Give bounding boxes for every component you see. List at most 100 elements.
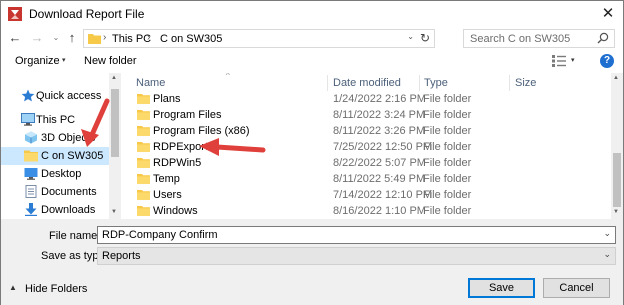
- file-name: Windows: [153, 205, 198, 217]
- breadcrumb-current-folder[interactable]: C on SW305: [160, 33, 222, 45]
- file-type: File folder: [423, 125, 472, 137]
- nav-item-label: Desktop: [41, 168, 82, 180]
- scroll-down-icon[interactable]: ▼: [111, 209, 117, 215]
- scrollbar-thumb[interactable]: [613, 153, 621, 207]
- close-button[interactable]: ✕: [597, 3, 619, 25]
- annotation-arrow-icon: [199, 138, 266, 156]
- chevron-up-icon: ▲: [9, 283, 17, 292]
- search-input[interactable]: Search C on SW305: [463, 29, 615, 48]
- address-bar[interactable]: › This PC › C on SW305 ⌄ ↻: [83, 29, 435, 48]
- column-divider[interactable]: [509, 75, 510, 91]
- new-folder-button[interactable]: New folder: [84, 55, 137, 67]
- file-row[interactable]: Program Files 8/11/2022 3:24 PM File fol…: [123, 107, 611, 123]
- file-type: File folder: [423, 205, 472, 217]
- save-dialog: Download Report File ✕ ← → ⌄ ↑ › This PC…: [0, 0, 624, 305]
- file-type: File folder: [423, 173, 472, 185]
- file-date: 1/24/2022 2:16 PM: [333, 93, 426, 105]
- file-name: RDPWin5: [153, 157, 202, 169]
- column-header-date-modified[interactable]: Date modified: [333, 77, 401, 89]
- file-name-label: File name:: [49, 230, 101, 242]
- file-row[interactable]: Windows 8/16/2022 1:10 PM File folder: [123, 203, 611, 219]
- download-icon: [25, 203, 37, 216]
- column-header-name[interactable]: Name: [136, 77, 165, 89]
- back-button[interactable]: ←: [7, 29, 23, 47]
- nav-item-downloads[interactable]: Downloads: [1, 201, 109, 219]
- folder-icon: [137, 94, 150, 104]
- recent-locations-button[interactable]: ⌄: [48, 29, 64, 47]
- window-title: Download Report File: [29, 7, 145, 21]
- file-date: 7/14/2022 12:10 PM: [333, 189, 433, 201]
- folder-icon: [137, 158, 150, 168]
- up-button[interactable]: ↑: [64, 29, 80, 47]
- hide-folders-label: Hide Folders: [25, 283, 88, 295]
- computer-icon: [21, 113, 35, 126]
- column-header-size[interactable]: Size: [515, 77, 536, 89]
- title-bar: Download Report File ✕: [1, 1, 623, 27]
- file-list-scrollbar[interactable]: ▲ ▼: [611, 73, 623, 219]
- file-type: File folder: [423, 157, 472, 169]
- file-type: File folder: [423, 109, 472, 121]
- organize-button[interactable]: Organize: [15, 55, 60, 67]
- command-bar: Organize ▾ New folder ▾ ?: [1, 51, 623, 73]
- save-button[interactable]: Save: [468, 278, 535, 298]
- nav-item-label: C on SW305: [41, 150, 104, 162]
- file-date: 8/22/2022 5:07 PM: [333, 157, 426, 169]
- forward-button[interactable]: →: [29, 29, 45, 47]
- save-as-type-select[interactable]: Reports ⌄: [97, 247, 616, 265]
- file-name: Temp: [153, 173, 180, 185]
- chevron-down-icon[interactable]: ▾: [571, 56, 575, 64]
- view-options-icon[interactable]: [552, 55, 566, 67]
- nav-item-label: This PC: [36, 114, 76, 126]
- star-icon: [21, 89, 35, 102]
- address-dropdown-button[interactable]: ⌄: [407, 32, 414, 41]
- file-name-field[interactable]: RDP-Company Confirm ⌄: [97, 226, 616, 244]
- chevron-down-icon[interactable]: ⌄: [603, 249, 611, 260]
- file-type: File folder: [423, 189, 472, 201]
- file-row[interactable]: Plans 1/24/2022 2:16 PM File folder: [123, 91, 611, 107]
- file-date: 7/25/2022 12:50 PM: [333, 141, 433, 153]
- help-button[interactable]: ?: [600, 54, 614, 68]
- refresh-button[interactable]: ↻: [420, 31, 430, 45]
- search-icon: [597, 32, 609, 44]
- file-name: Plans: [153, 93, 181, 105]
- column-divider[interactable]: [327, 75, 328, 91]
- column-header-type[interactable]: Type: [424, 77, 448, 89]
- file-row[interactable]: Users 7/14/2022 12:10 PM File folder: [123, 187, 611, 203]
- folder-icon: [137, 174, 150, 184]
- breadcrumb-this-pc[interactable]: This PC: [112, 33, 151, 45]
- file-date: 8/11/2022 3:26 PM: [333, 125, 426, 137]
- search-placeholder: Search C on SW305: [470, 33, 571, 45]
- folder-icon: [137, 206, 150, 216]
- chevron-down-icon[interactable]: ⌄: [603, 228, 611, 239]
- folder-icon: [137, 142, 150, 152]
- cancel-button[interactable]: Cancel: [543, 278, 610, 298]
- documents-icon: [25, 185, 37, 198]
- cube-icon: [25, 131, 37, 144]
- desktop-icon: [24, 168, 38, 180]
- nav-item-label: Documents: [41, 186, 97, 198]
- folder-icon: [88, 34, 101, 44]
- scroll-up-icon[interactable]: ▲: [613, 75, 619, 81]
- scroll-up-icon[interactable]: ▲: [111, 75, 117, 81]
- file-name: Users: [153, 189, 182, 201]
- nav-item-label: Downloads: [41, 204, 96, 216]
- chevron-down-icon: ▾: [62, 57, 66, 64]
- file-date: 8/16/2022 1:10 PM: [333, 205, 426, 217]
- file-date: 8/11/2022 3:24 PM: [333, 109, 426, 121]
- folder-icon: [137, 190, 150, 200]
- folder-icon: [137, 126, 150, 136]
- file-name: Program Files (x86): [153, 125, 250, 137]
- file-type: File folder: [423, 93, 472, 105]
- app-logo-icon: [8, 7, 22, 21]
- navigation-bar: ← → ⌄ ↑ › This PC › C on SW305 ⌄ ↻ Searc…: [1, 27, 623, 49]
- nav-item-documents[interactable]: Documents: [1, 183, 109, 201]
- file-row[interactable]: Temp 8/11/2022 5:49 PM File folder: [123, 171, 611, 187]
- annotation-arrow-icon: [81, 98, 110, 147]
- column-divider[interactable]: [419, 75, 420, 91]
- folder-icon: [24, 150, 38, 162]
- scroll-down-icon[interactable]: ▼: [613, 209, 619, 215]
- sort-ascending-icon: ^: [226, 73, 230, 80]
- folder-icon: [137, 110, 150, 120]
- nav-item-desktop[interactable]: Desktop: [1, 165, 109, 183]
- file-date: 8/11/2022 5:49 PM: [333, 173, 426, 185]
